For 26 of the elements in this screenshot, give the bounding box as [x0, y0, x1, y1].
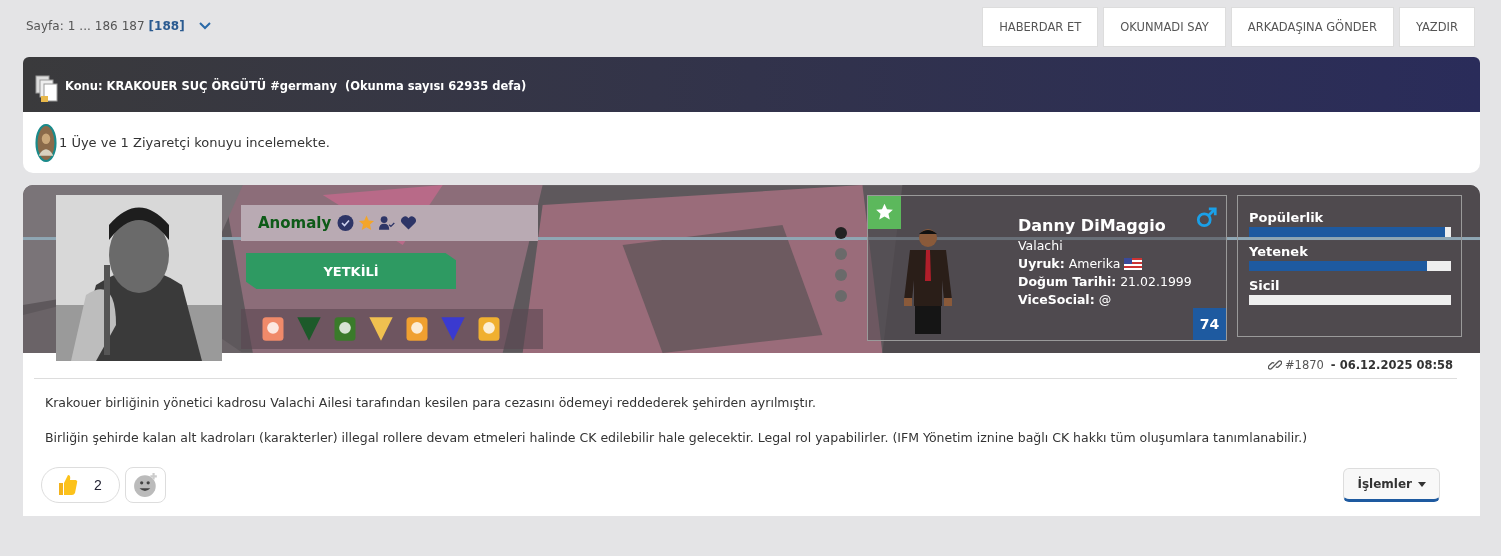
avatar-icon	[35, 123, 57, 162]
page-link[interactable]: ...	[79, 18, 91, 33]
action-button[interactable]: YAZDIR	[1398, 6, 1475, 47]
actions-menu-button[interactable]: İşlemler	[1343, 468, 1440, 502]
post-paragraph: Birliğin şehirde kalan alt kadroları (karakterler) illegal rollere devam etmeleri halinde CK edilebilir hale gelecektir. Legal rol yapabilirler. (IFM Yönetim iznine bağlı CK hakkı tüm oluşumlara tanımlanabilir.)	[45, 430, 1309, 445]
post-date: - 06.12.2025 08:58	[1329, 358, 1453, 372]
link-icon	[1267, 358, 1282, 372]
action-button[interactable]: OKUNMADI SAY	[1103, 6, 1226, 47]
action-button[interactable]: ARKADAŞINA GÖNDER	[1230, 6, 1394, 47]
add-reaction-button[interactable]	[125, 467, 166, 503]
emoji-add-icon	[132, 472, 159, 498]
page-link[interactable]: 187	[121, 18, 145, 33]
like-reaction-button[interactable]: 2	[41, 467, 120, 503]
page-link[interactable]: 186	[94, 18, 118, 33]
chevron-down-icon	[198, 21, 211, 30]
post-paragraph: Krakouer birliğinin yönetici kadrosu Valachi Ailesi tarafından kesilen para cezasını ödemeyi reddederek şehirden ayrılmıştır.	[45, 395, 817, 410]
caret-down-icon	[1418, 481, 1426, 487]
page-link[interactable]: 1	[67, 18, 76, 33]
thumbs-up-icon	[56, 473, 80, 497]
page-link[interactable]: [188]	[148, 18, 185, 33]
action-button[interactable]: HABERDAR ET	[982, 6, 1099, 47]
topic-title: Konu: KRAKOUER SUÇ ÖRGÜTÜ #germany (Okunma sayısı 62935 defa)	[65, 79, 527, 93]
pagination-label: Sayfa:	[26, 18, 64, 33]
post-number-link[interactable]: #1870	[1284, 358, 1324, 372]
documents-icon	[35, 74, 59, 103]
viewers-text: 1 Üye ve 1 Ziyaretçi konuyu incelemekte.	[59, 135, 330, 150]
